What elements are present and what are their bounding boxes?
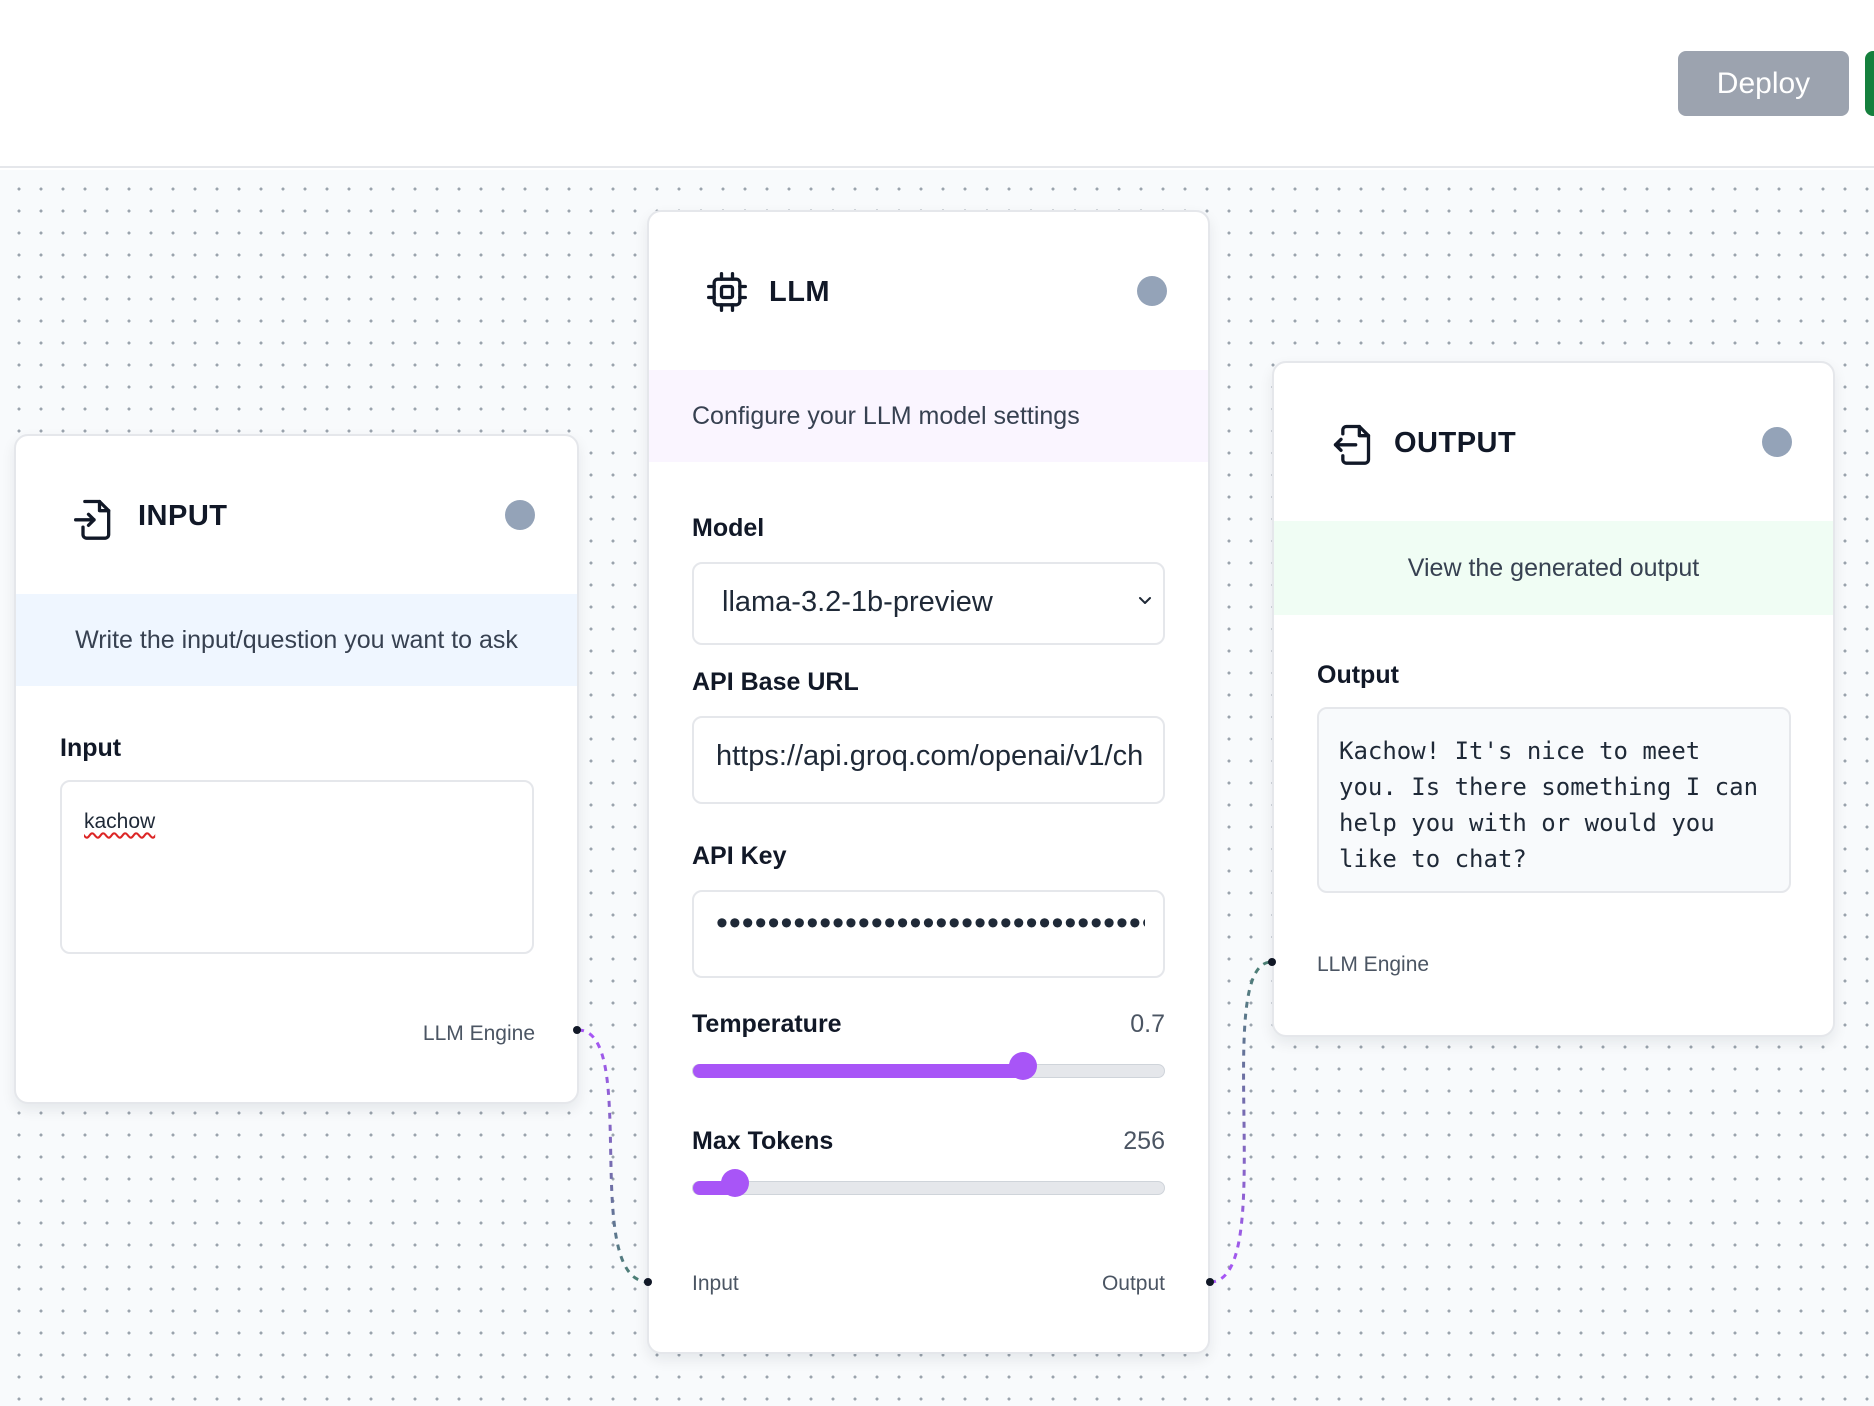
deploy-button[interactable]: Deploy [1678, 51, 1849, 116]
output-field-label: Output [1317, 661, 1399, 689]
input-textarea-value: kachow [84, 810, 156, 833]
llm-node-source-handle[interactable] [1206, 1278, 1214, 1286]
llm-node-status-dot [1137, 276, 1167, 306]
llm-node-header[interactable]: LLM [649, 212, 1208, 370]
output-node[interactable]: OUTPUT View the generated output Output … [1272, 361, 1835, 1037]
temperature-value: 0.7 [1130, 1010, 1165, 1038]
input-node-description: Write the input/question you want to ask [16, 594, 577, 686]
output-display: Kachow! It's nice to meet you. Is there … [1317, 707, 1791, 893]
output-node-status-dot [1762, 427, 1792, 457]
llm-node[interactable]: LLM Configure your LLM model settings Mo… [647, 210, 1210, 1354]
input-node[interactable]: INPUT Write the input/question you want … [14, 434, 579, 1104]
model-label: Model [692, 514, 765, 542]
cpu-chip-icon [705, 270, 749, 318]
top-toolbar: Deploy [0, 0, 1874, 168]
temperature-label: Temperature [692, 1010, 842, 1038]
output-node-title: OUTPUT [1394, 427, 1517, 459]
file-export-icon [1330, 419, 1374, 467]
output-node-header[interactable]: OUTPUT [1274, 363, 1833, 521]
output-node-target-handle[interactable] [1268, 958, 1276, 966]
api-key-input[interactable]: ••••••••••••••••••••••••••••••••••• [692, 890, 1165, 978]
api-key-label: API Key [692, 842, 787, 870]
model-select[interactable]: llama-3.2-1b-preview [692, 562, 1165, 645]
temperature-slider-thumb[interactable] [1008, 1052, 1037, 1080]
max-tokens-slider-thumb[interactable] [721, 1169, 750, 1197]
api-key-value: ••••••••••••••••••••••••••••••••••• [716, 904, 1145, 942]
file-import-icon [72, 494, 116, 542]
max-tokens-label: Max Tokens [692, 1127, 834, 1155]
api-base-url-input[interactable]: https://api.groq.com/openai/v1/ch [692, 716, 1165, 804]
input-node-source-handle[interactable] [573, 1026, 581, 1034]
llm-node-title: LLM [769, 276, 831, 308]
api-base-url-label: API Base URL [692, 668, 859, 696]
chevron-down-icon [1135, 594, 1155, 606]
run-button[interactable] [1865, 51, 1874, 116]
input-field-label: Input [60, 734, 122, 762]
llm-input-handle-label: Input [692, 1272, 739, 1295]
max-tokens-slider[interactable] [692, 1169, 1165, 1197]
llm-node-target-handle[interactable] [644, 1278, 652, 1286]
temperature-slider[interactable] [692, 1052, 1165, 1080]
temperature-slider-fill [693, 1064, 1023, 1078]
api-base-url-value: https://api.groq.com/openai/v1/ch [716, 740, 1144, 772]
llm-output-handle-label: Output [1101, 1272, 1165, 1295]
input-node-footer-label: LLM Engine [422, 1022, 535, 1045]
output-node-description: View the generated output [1274, 521, 1833, 615]
output-node-footer-label: LLM Engine [1317, 953, 1430, 976]
output-display-text: Kachow! It's nice to meet you. Is there … [1339, 737, 1773, 873]
input-textarea[interactable]: kachow [60, 780, 534, 954]
model-select-value: llama-3.2-1b-preview [722, 586, 993, 618]
llm-node-description: Configure your LLM model settings [649, 370, 1208, 462]
input-node-header[interactable]: INPUT [16, 436, 577, 594]
input-node-status-dot [505, 500, 535, 530]
max-tokens-value: 256 [1123, 1127, 1165, 1155]
input-node-title: INPUT [138, 500, 228, 532]
